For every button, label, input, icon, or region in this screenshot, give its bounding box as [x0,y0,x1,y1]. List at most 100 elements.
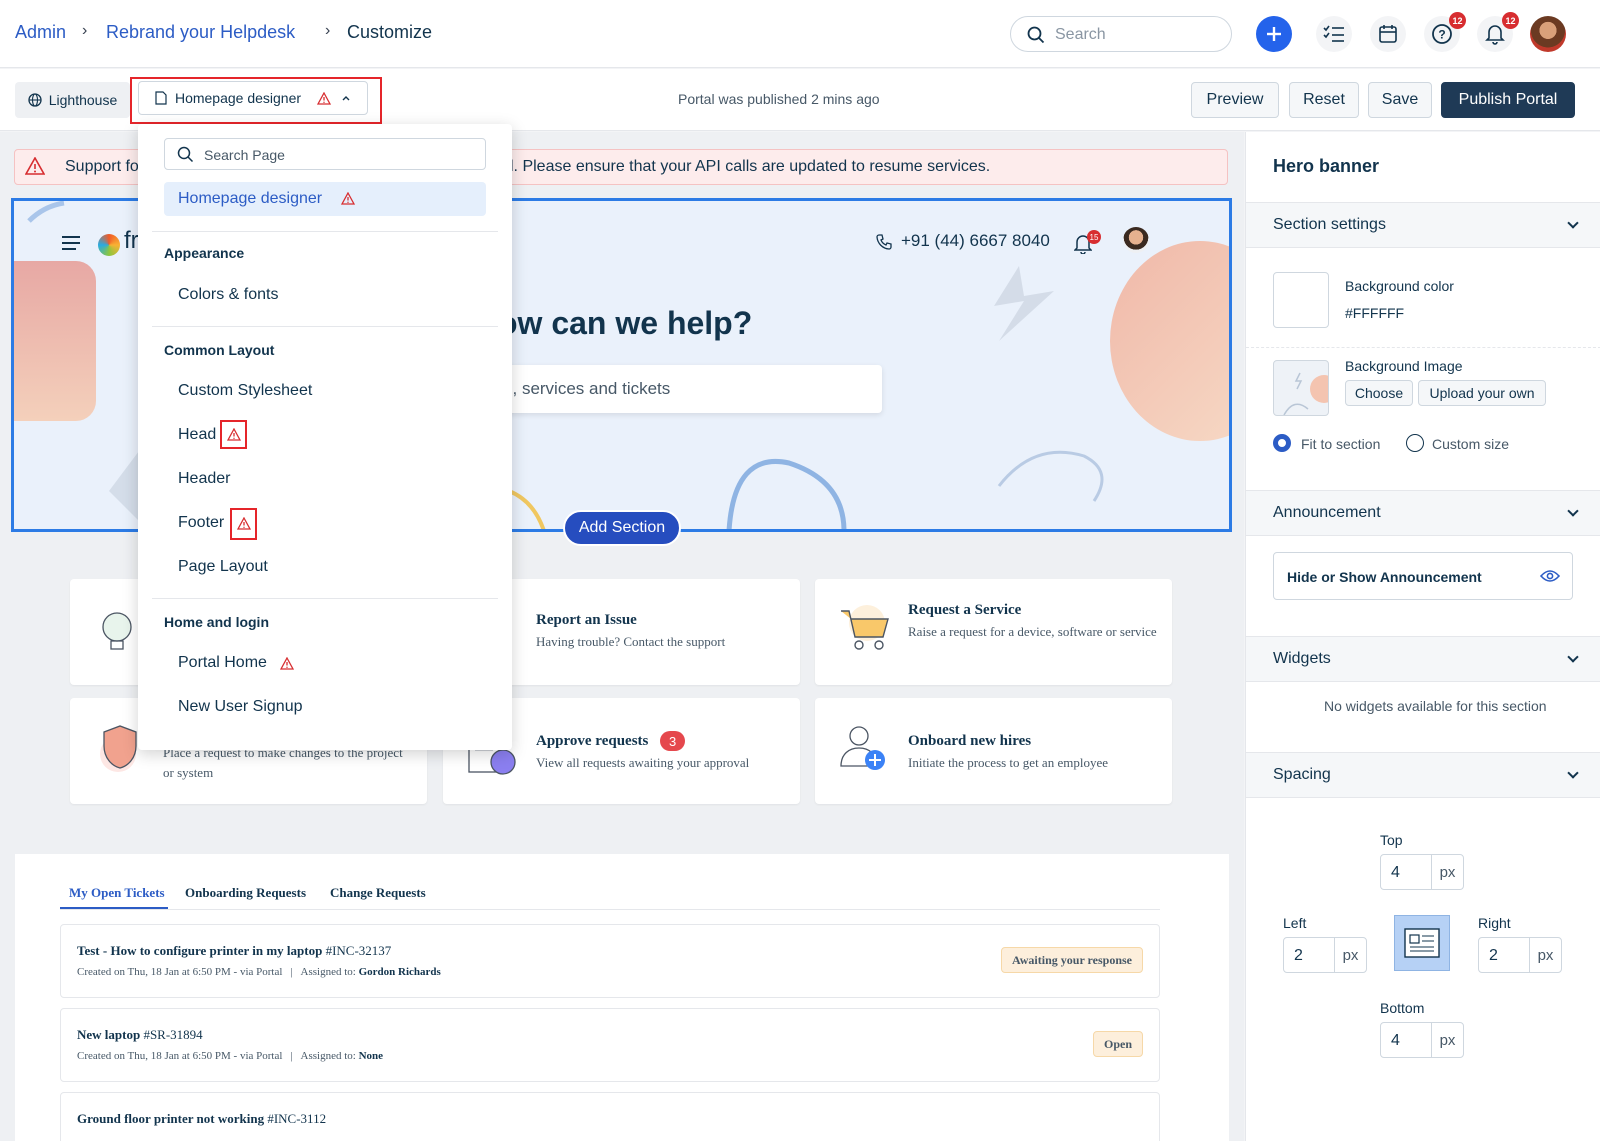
search-page-input[interactable]: Search Page [164,138,486,170]
notifications-button[interactable]: 12 [1477,12,1519,52]
bottom-label: Bottom [1380,1000,1425,1016]
todo-button[interactable] [1316,16,1352,52]
hide-show-announcement-toggle[interactable]: Hide or Show Announcement [1273,552,1573,600]
hamburger-icon[interactable] [62,236,80,250]
save-button[interactable]: Save [1368,82,1432,118]
menu-item-colors-fonts[interactable]: Colors & fonts [178,286,278,304]
right-label: Right [1478,915,1511,931]
add-section-button[interactable]: Add Section [563,510,681,546]
help-button[interactable]: ? 12 [1424,12,1466,52]
designer-toolbar: Lighthouse Homepage designer Portal was … [0,69,1600,131]
shield-icon [100,725,137,772]
layout-icon [1404,928,1440,958]
calendar-button[interactable] [1370,16,1406,52]
ticket-row[interactable]: Ground floor printer not working #INC-31… [60,1092,1160,1141]
chevron-right-icon: › [82,22,88,39]
freshworks-logo [98,234,120,256]
approval-count-badge: 3 [660,731,686,751]
alert-text-start: Support fo [65,158,139,175]
tab-my-open-tickets[interactable]: My Open Tickets [69,885,165,901]
reset-button[interactable]: Reset [1289,82,1359,118]
ticket-title: New laptop #SR-31894 [77,1027,203,1042]
menu-item-page-layout[interactable]: Page Layout [178,558,268,576]
warning-icon [280,657,294,670]
left-spacing-input[interactable]: 2 px [1283,937,1367,973]
section-label: Announcement [1273,504,1381,521]
avatar[interactable] [1530,16,1566,52]
globe-icon [28,93,42,107]
service-card-request-service[interactable]: Request a Service Raise a request for a … [815,579,1172,685]
service-card-onboard[interactable]: Onboard new hires Initiate the process t… [815,698,1172,804]
menu-item-custom-stylesheet[interactable]: Custom Stylesheet [178,382,312,400]
background-color-swatch[interactable] [1273,272,1329,328]
card-title: Request a Service [908,602,1022,618]
value: 4 [1391,1032,1400,1049]
divider [152,326,498,327]
calendar-icon [1379,25,1397,43]
group-common-layout: Common Layout [164,342,275,358]
search-icon [177,146,194,163]
top-nav: Admin › Rebrand your Helpdesk › Customiz… [0,0,1600,68]
breadcrumb-admin[interactable]: Admin [15,22,66,43]
help-icon: ? [1432,24,1452,44]
menu-item-portal-home[interactable]: Portal Home [178,654,267,672]
publish-portal-button[interactable]: Publish Portal [1441,82,1575,118]
page-selector-menu: Search Page Homepage designer Appearance… [138,124,512,750]
ticket-meta: Created on Thu, 18 Jan at 6:50 PM - via … [77,1050,384,1062]
notif-badge: 15 [1087,230,1101,244]
spacing-header[interactable]: Spacing [1246,752,1600,798]
spacing-preview-box [1394,915,1450,971]
menu-item-homepage-designer[interactable]: Homepage designer [164,182,486,216]
widgets-header[interactable]: Widgets [1246,636,1600,682]
menu-item-head[interactable]: Head [178,426,216,444]
fit-to-section-radio[interactable] [1273,434,1291,452]
custom-size-label: Custom size [1432,436,1510,452]
announcement-header[interactable]: Announcement [1246,490,1600,536]
publish-status: Portal was published 2 mins ago [678,91,880,107]
eye-icon[interactable] [1540,569,1560,583]
card-description: Initiate the process to get an employee [908,755,1108,770]
fit-to-section-label: Fit to section [1301,436,1381,452]
tickets-widget: My Open Tickets Onboarding Requests Chan… [15,854,1229,1141]
tab-change-requests[interactable]: Change Requests [330,885,426,901]
bottom-spacing-input[interactable]: 4 px [1380,1022,1464,1058]
search-page-placeholder: Search Page [204,147,285,163]
divider [152,231,498,232]
chevron-down-icon [1567,767,1579,779]
plus-icon [1267,27,1281,41]
lightbulb-icon [102,612,132,650]
warning-icon [227,428,241,441]
bg-color-value: #FFFFFF [1345,305,1405,321]
logo-text: fr [124,227,139,254]
top-spacing-input[interactable]: 4 px [1380,854,1464,890]
search-input[interactable]: Search [1010,16,1232,52]
chevron-down-icon [1567,651,1579,663]
preview-button[interactable]: Preview [1191,82,1279,118]
bell-icon [1485,25,1505,45]
ticket-title: Ground floor printer not working #INC-31… [77,1111,327,1126]
status-badge: Awaiting your response [1000,947,1143,973]
section-label: Section settings [1273,216,1386,233]
avatar[interactable] [1123,227,1149,253]
menu-item-new-user-signup[interactable]: New User Signup [178,698,303,716]
menu-item-footer[interactable]: Footer [178,514,224,532]
help-badge: 12 [1449,12,1466,29]
custom-size-radio[interactable] [1406,434,1424,452]
ticket-row[interactable]: Test - How to configure printer in my la… [60,924,1160,998]
card-description: Having trouble? Contact the support [536,634,726,649]
section-settings-header[interactable]: Section settings [1246,202,1600,248]
menu-item-header[interactable]: Header [178,470,230,488]
ticket-row[interactable]: New laptop #SR-31894 Created on Thu, 18 … [60,1008,1160,1082]
right-spacing-input[interactable]: 2 px [1478,937,1562,973]
unit: px [1431,855,1463,889]
lighthouse-button[interactable]: Lighthouse [15,82,130,118]
choose-image-button[interactable]: Choose [1345,380,1413,406]
status-badge: Open [1092,1031,1143,1057]
add-button[interactable] [1256,16,1292,52]
tab-onboarding-requests[interactable]: Onboarding Requests [185,885,306,901]
divider [152,598,498,599]
breadcrumb-helpdesk[interactable]: Rebrand your Helpdesk [106,22,295,43]
upload-image-button[interactable]: Upload your own [1418,380,1546,406]
unit: px [1334,938,1366,972]
hero-heading: ow can we help? [498,305,753,341]
